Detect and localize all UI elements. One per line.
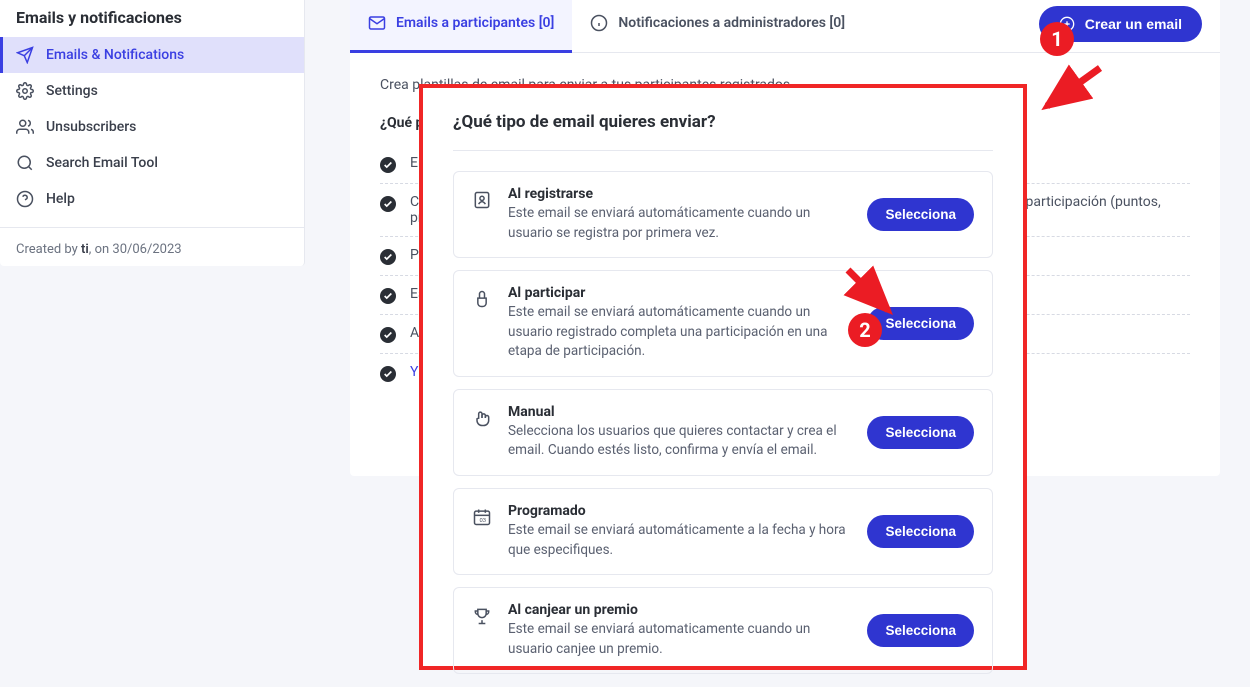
option-manual: Manual Selecciona los usuarios que quier… [453, 389, 993, 476]
option-on-register: Al registrarse Este email se enviará aut… [453, 171, 993, 258]
option-redeem-prize: Al canjear un premio Este email se envia… [453, 587, 993, 674]
users-icon [16, 118, 34, 136]
sidebar-item-label: Settings [46, 83, 98, 99]
check-icon [380, 327, 396, 343]
select-button-register[interactable]: Selecciona [867, 198, 974, 231]
select-button-scheduled[interactable]: Selecciona [867, 515, 974, 548]
svg-text:03: 03 [480, 518, 487, 524]
search-icon [16, 154, 34, 172]
sidebar-item-unsubscribers[interactable]: Unsubscribers [0, 109, 304, 145]
check-icon [380, 288, 396, 304]
option-title: Programado [508, 503, 851, 519]
sidebar: Emails y notificaciones Emails & Notific… [0, 0, 305, 266]
option-scheduled: 03 Programado Este email se enviará auto… [453, 488, 993, 575]
calendar-icon: 03 [472, 505, 492, 527]
annotation-badge-1: 1 [1040, 22, 1074, 56]
gear-icon [16, 82, 34, 100]
sidebar-item-emails-notifications[interactable]: Emails & Notifications [0, 37, 304, 73]
tab-admins[interactable]: Notificaciones a administradores [0] [572, 0, 863, 53]
manual-icon [472, 406, 492, 428]
prize-icon [472, 604, 492, 626]
option-title: Al canjear un premio [508, 602, 851, 618]
sidebar-item-help[interactable]: Help [0, 181, 304, 217]
register-icon [472, 188, 492, 210]
mail-icon [368, 14, 386, 32]
modal-title: ¿Qué tipo de email quieres enviar? [453, 112, 993, 151]
sidebar-title: Emails y notificaciones [0, 0, 304, 37]
sidebar-item-label: Emails & Notifications [46, 47, 184, 63]
sidebar-item-settings[interactable]: Settings [0, 73, 304, 109]
button-label: Crear un email [1085, 16, 1182, 32]
sidebar-meta: Created by ti, on 30/06/2023 [0, 227, 304, 271]
check-icon [380, 249, 396, 265]
select-button-prize[interactable]: Selecciona [867, 614, 974, 647]
annotation-arrow-1 [1035, 58, 1105, 118]
select-button-manual[interactable]: Selecciona [867, 416, 974, 449]
sidebar-item-label: Search Email Tool [46, 155, 158, 171]
tabs-row: Emails a participantes [0] Notificacione… [350, 0, 1220, 53]
option-desc: Selecciona los usuarios que quieres cont… [508, 422, 851, 461]
sidebar-item-search-email[interactable]: Search Email Tool [0, 145, 304, 181]
option-title: Manual [508, 404, 851, 420]
check-icon [380, 196, 396, 212]
tab-label: Emails a participantes [0] [396, 15, 554, 31]
option-title: Al registrarse [508, 186, 851, 202]
email-type-modal: ¿Qué tipo de email quieres enviar? Al re… [419, 84, 1027, 670]
info-icon [590, 14, 608, 32]
check-icon [380, 157, 396, 173]
annotation-badge-2: 2 [848, 313, 882, 347]
sidebar-item-label: Unsubscribers [46, 119, 136, 135]
help-icon [16, 190, 34, 208]
option-desc: Este email se enviará automáticamente cu… [508, 204, 851, 243]
option-title: Al participar [508, 285, 851, 301]
option-on-participate: Al participar Este email se enviará auto… [453, 270, 993, 377]
send-icon [16, 46, 34, 64]
sidebar-item-label: Help [46, 191, 75, 207]
tab-label: Notificaciones a administradores [0] [618, 15, 845, 31]
option-desc: Este email se enviará automáticamente cu… [508, 303, 851, 362]
option-desc: Este email se enviará automaticamente cu… [508, 620, 851, 659]
participate-icon [472, 287, 492, 309]
tab-participants[interactable]: Emails a participantes [0] [350, 0, 572, 53]
check-icon [380, 366, 396, 382]
option-desc: Este email se enviará automáticamente a … [508, 521, 851, 560]
